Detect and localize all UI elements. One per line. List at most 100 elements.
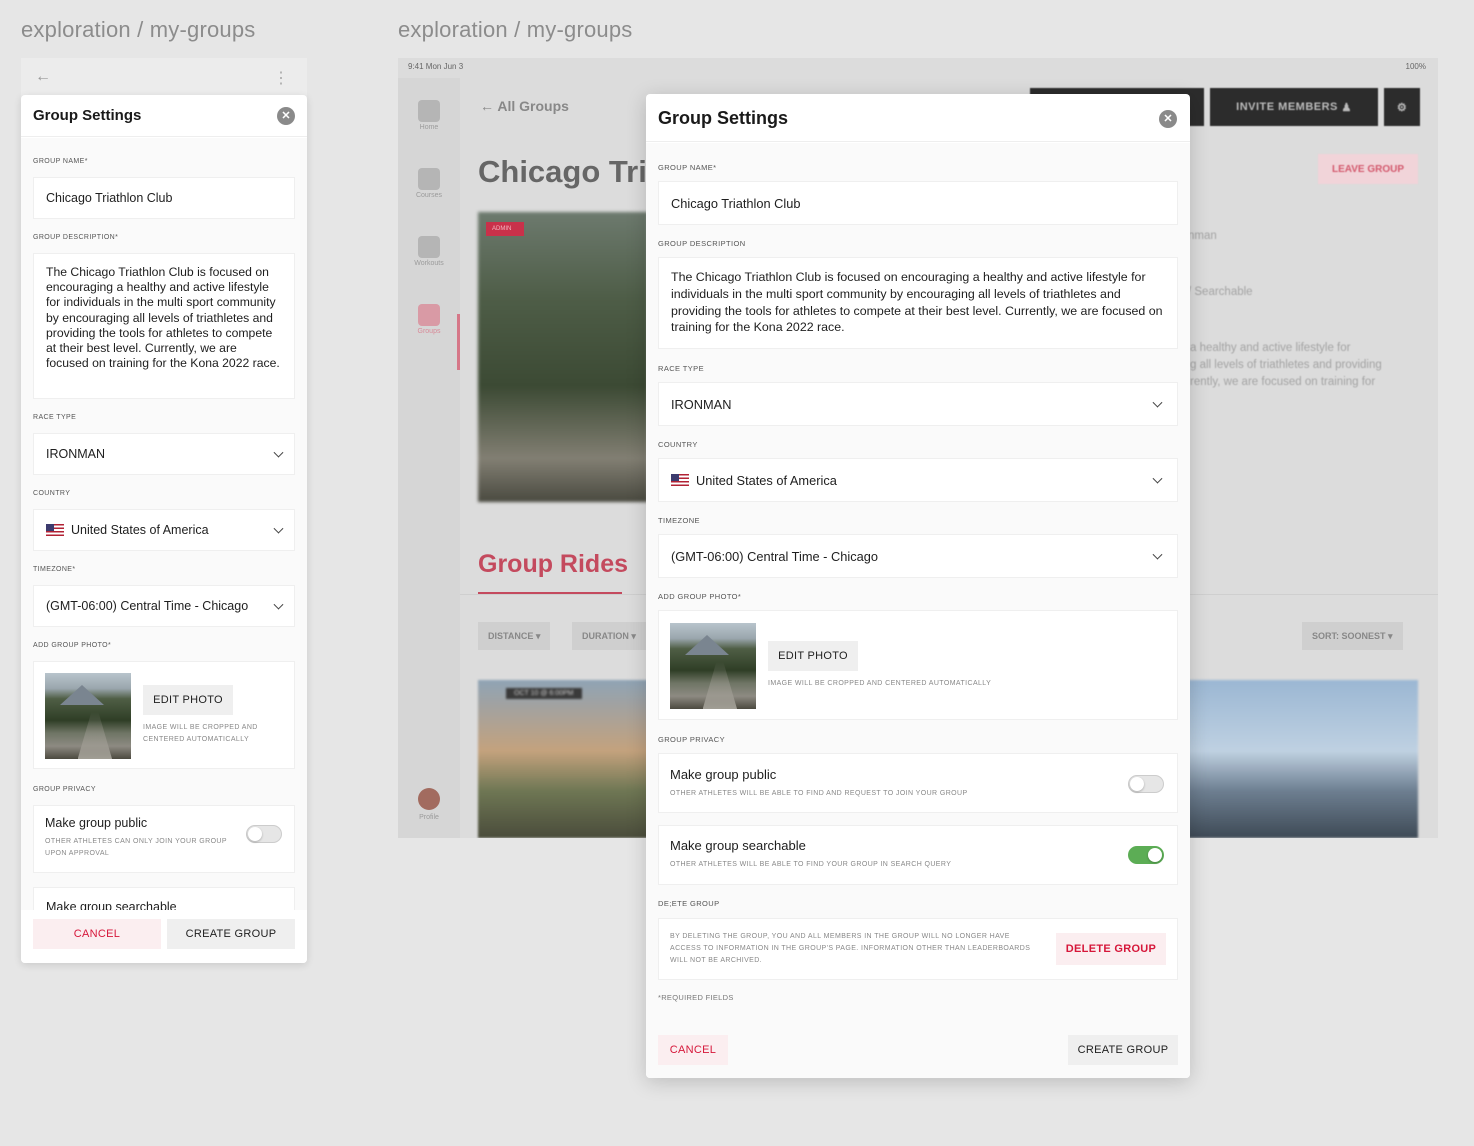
sort-label: SORT: SOONEST (1312, 631, 1386, 641)
invite-label: INVITE MEMBERS (1236, 101, 1338, 113)
country-value: United States of America (696, 472, 837, 488)
nav-workouts-label: Workouts (414, 260, 444, 267)
searchable-toggle-title: Make group searchable (46, 900, 177, 910)
toggle-knob (1148, 848, 1162, 862)
country-value: United States of America (71, 523, 209, 537)
race-type-select[interactable]: IRONMAN (33, 433, 295, 475)
create-group-button[interactable]: CREATE GROUP (167, 919, 295, 949)
ride-card-image-2[interactable] (1188, 680, 1418, 838)
timezone-value: (GMT-06:00) Central Time - Chicago (46, 599, 249, 613)
nav-active-indicator (457, 314, 460, 370)
ghost-text-3: a healthy and active lifestyle for (1190, 342, 1351, 354)
courses-icon[interactable] (418, 168, 440, 190)
race-type-label: RACE TYPE (33, 414, 77, 421)
group-page-title: Chicago Tri (478, 154, 647, 189)
timezone-value: (GMT-06:00) Central Time - Chicago (671, 548, 878, 564)
chevron-down-icon (1152, 549, 1163, 560)
ride-card-image[interactable]: OCT 10 @ 6:00PM (478, 680, 648, 838)
gear-icon[interactable]: ⚙ (1384, 88, 1420, 126)
nav-courses-label: Courses (415, 192, 443, 199)
photo-hint: IMAGE WILL BE CROPPED AND CENTERED AUTOM… (768, 680, 992, 687)
close-icon[interactable]: ✕ (1159, 110, 1177, 128)
profile-avatar[interactable] (418, 788, 440, 810)
group-description-field[interactable]: The Chicago Triathlon Club is focused on… (658, 257, 1178, 349)
ghost-text-5: rently, we are focused on training for (1190, 376, 1376, 388)
country-select[interactable]: United States of America (33, 509, 295, 551)
leave-group-button[interactable]: LEAVE GROUP (1318, 154, 1418, 184)
searchable-toggle-box: Make group searchable (33, 887, 295, 910)
group-photo-thumbnail (45, 673, 131, 759)
nav-home-label: Home (419, 124, 439, 131)
chevron-down-icon (273, 447, 284, 458)
modal-title: Group Settings (658, 108, 788, 128)
more-vertical-icon[interactable]: ⋮ (273, 68, 289, 88)
admin-badge: ADMIN (486, 222, 524, 236)
timezone-select[interactable]: (GMT-06:00) Central Time - Chicago (658, 534, 1178, 578)
us-flag-icon (671, 474, 689, 486)
group-description-field[interactable]: The Chicago Triathlon Club is focused on… (33, 253, 295, 399)
edit-photo-button[interactable]: EDIT PHOTO (143, 685, 233, 715)
nav-profile-label: Profile (419, 814, 439, 821)
group-name-field[interactable]: Chicago Triathlon Club (658, 181, 1178, 225)
ghost-text-1: nman (1188, 230, 1217, 242)
frame-title-tablet: exploration / my-groups (398, 17, 633, 42)
searchable-toggle-title: Make group searchable (670, 838, 806, 853)
close-icon[interactable]: ✕ (277, 107, 295, 125)
back-label: All Groups (497, 98, 569, 114)
public-toggle-hint: OTHER ATHLETES CAN ONLY JOIN YOUR GROUP … (45, 838, 227, 857)
cancel-button[interactable]: CANCEL (658, 1035, 728, 1065)
create-group-button[interactable]: CREATE GROUP (1068, 1035, 1178, 1065)
group-photo-thumbnail (670, 623, 756, 709)
nav-groups-label: Groups (417, 328, 441, 335)
group-description-label: GROUP DESCRIPTION* (33, 234, 119, 241)
home-icon[interactable] (418, 100, 440, 122)
distance-filter-label: DISTANCE (488, 631, 534, 641)
country-label: COUNTRY (658, 440, 698, 449)
all-groups-back-link[interactable]: ← All Groups (480, 98, 569, 114)
ghost-text-2: / Searchable (1188, 286, 1253, 298)
group-hero-image (478, 212, 648, 502)
side-nav: Home Courses Workouts Groups Profile (398, 78, 460, 838)
ride-date-badge: OCT 10 @ 6:00PM (506, 688, 582, 699)
sheet-header: Group Settings ✕ (21, 95, 307, 137)
modal-header: Group Settings ✕ (646, 94, 1190, 142)
photo-label: ADD GROUP PHOTO* (658, 592, 742, 601)
race-type-label: RACE TYPE (658, 364, 704, 373)
workouts-icon[interactable] (418, 236, 440, 258)
us-flag-icon (46, 524, 64, 536)
edit-photo-button[interactable]: EDIT PHOTO (768, 641, 858, 671)
group-name-label: GROUP NAME* (658, 163, 717, 172)
group-settings-modal: Group Settings ✕ GROUP NAME* Chicago Tri… (646, 94, 1190, 1078)
groups-icon[interactable] (418, 304, 440, 326)
duration-filter[interactable]: DURATION ▾ (572, 622, 646, 650)
invite-members-button[interactable]: INVITE MEMBERS ♟ (1210, 88, 1378, 126)
race-type-value: IRONMAN (46, 447, 106, 461)
sort-select[interactable]: SORT: SOONEST ▾ (1302, 622, 1403, 650)
delete-group-label: DE;ETE GROUP (658, 899, 720, 908)
cancel-button[interactable]: CANCEL (33, 919, 161, 949)
country-label: COUNTRY (33, 490, 71, 497)
chevron-down-icon (273, 599, 284, 610)
photo-label: ADD GROUP PHOTO* (33, 642, 112, 649)
sheet-title: Group Settings (33, 107, 142, 124)
delete-group-button[interactable]: DELETE GROUP (1056, 933, 1166, 965)
privacy-label: GROUP PRIVACY (33, 786, 96, 793)
back-arrow-icon[interactable]: ← (35, 68, 51, 86)
status-time: 9:41 Mon Jun 3 (408, 62, 464, 71)
searchable-toggle-box (658, 825, 1178, 885)
group-name-field[interactable]: Chicago Triathlon Club (33, 177, 295, 219)
group-name-value: Chicago Triathlon Club (46, 191, 173, 205)
privacy-label: GROUP PRIVACY (658, 735, 726, 744)
public-toggle[interactable] (246, 825, 282, 843)
public-toggle[interactable] (1128, 775, 1164, 793)
sheet-body[interactable]: GROUP NAME* Chicago Triathlon Club GROUP… (21, 138, 307, 910)
searchable-toggle[interactable] (1128, 846, 1164, 864)
photo-hint: IMAGE WILL BE CROPPED AND CENTERED AUTOM… (143, 724, 258, 743)
admin-badge-label: ADMIN (492, 226, 512, 232)
race-type-select[interactable]: IRONMAN (658, 382, 1178, 426)
mobile-app-bar: ← ⋮ (21, 58, 307, 98)
distance-filter[interactable]: DISTANCE ▾ (478, 622, 551, 650)
country-select[interactable]: United States of America (658, 458, 1178, 502)
modal-body: GROUP NAME* Chicago Triathlon Club GROUP… (646, 143, 1190, 1078)
timezone-select[interactable]: (GMT-06:00) Central Time - Chicago (33, 585, 295, 627)
